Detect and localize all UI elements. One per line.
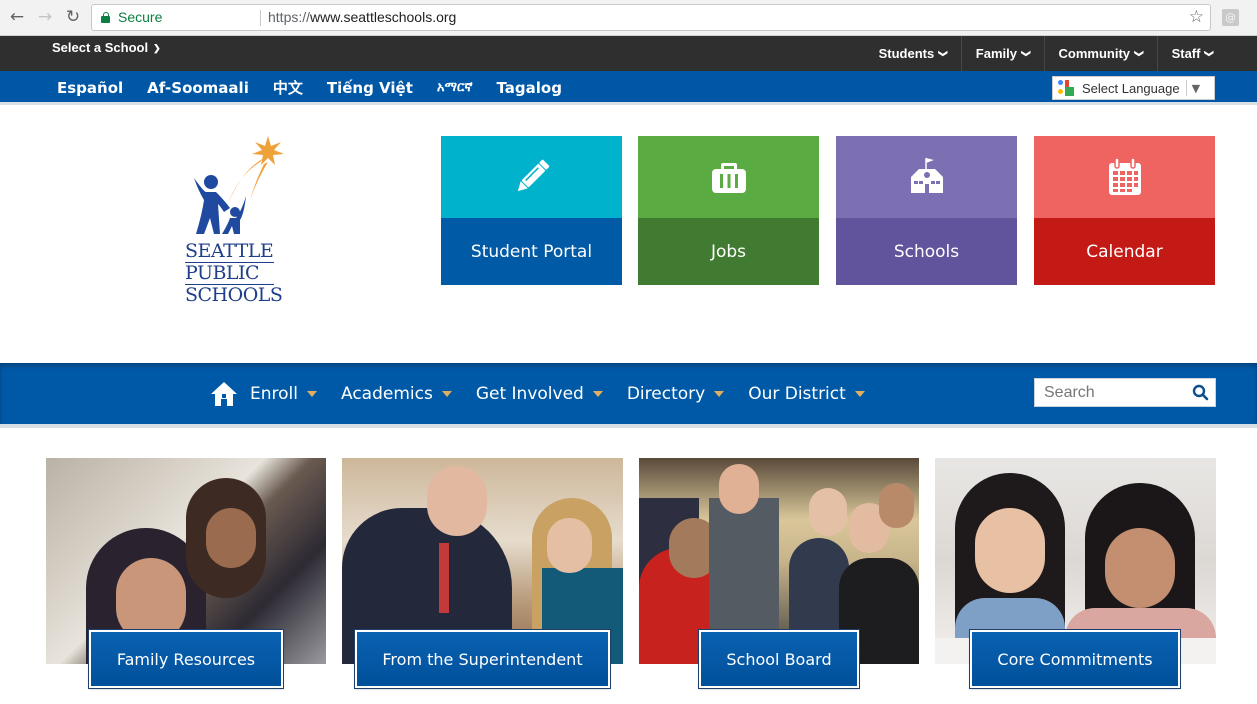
url-host: www.seattleschools.org	[310, 9, 457, 25]
url-text[interactable]: https://www.seattleschools.org	[268, 9, 456, 25]
address-separator	[260, 10, 261, 26]
caret-down-icon	[441, 390, 452, 397]
audience-family[interactable]: Family ❯	[960, 36, 1044, 71]
briefcase-icon	[711, 163, 746, 193]
logo-figures-icon	[194, 136, 284, 234]
chevron-down-icon: ❯	[1021, 49, 1032, 58]
chevron-down-icon: ❯	[1204, 49, 1215, 58]
search-input[interactable]	[1035, 379, 1185, 406]
audience-community[interactable]: Community ❯	[1043, 36, 1157, 71]
card-caption: School Board	[698, 629, 860, 689]
search-icon[interactable]	[1192, 384, 1209, 401]
card-caption: From the Superintendent	[354, 629, 611, 689]
url-scheme: https://	[268, 9, 311, 25]
audience-menu: Students ❯ Family ❯ Community ❯ Staff ❯	[865, 36, 1227, 71]
tile-jobs[interactable]: Jobs	[638, 136, 819, 285]
language-bar: Español Af-Soomaali 中文 Tiếng Việt አማርኛ T…	[0, 71, 1257, 105]
reload-icon[interactable]: ↻	[63, 7, 83, 27]
home-icon[interactable]	[210, 381, 238, 407]
audience-staff[interactable]: Staff ❯	[1156, 36, 1227, 71]
forward-arrow-icon[interactable]: →	[35, 7, 55, 27]
tile-student-portal[interactable]: Student Portal	[441, 136, 622, 285]
tile-icon-area	[638, 136, 819, 218]
nav-get-involved[interactable]: Get Involved	[476, 384, 603, 404]
site-header: SEATTLE PUBLIC SCHOOLS Student Portal Jo…	[0, 108, 1257, 363]
chevron-down-icon: ❯	[938, 49, 949, 58]
seattle-public-schools-logo[interactable]: SEATTLE PUBLIC SCHOOLS	[180, 134, 290, 314]
nav-directory[interactable]: Directory	[626, 383, 725, 404]
logo-line: SEATTLE	[185, 240, 274, 263]
main-navigation: Enroll Academics Get Involved Directory …	[0, 363, 1257, 428]
language-link-spanish[interactable]: Español	[57, 79, 123, 97]
language-link-chinese[interactable]: 中文	[273, 77, 303, 98]
language-link-somali[interactable]: Af-Soomaali	[147, 79, 249, 97]
nav-enroll[interactable]: Enroll	[250, 384, 317, 404]
nav-label: Get Involved	[475, 383, 584, 404]
select-school-dropdown[interactable]: Select a School ❯	[52, 40, 161, 55]
secure-label: Secure	[118, 9, 163, 25]
nav-label: Our District	[748, 383, 846, 404]
language-link-vietnamese[interactable]: Tiếng Việt	[327, 79, 413, 97]
schoolhouse-icon	[910, 158, 943, 193]
tile-label: Schools	[836, 218, 1017, 285]
card-school-board[interactable]: School Board	[639, 458, 919, 689]
tile-calendar[interactable]: Calendar	[1034, 136, 1215, 285]
dropdown-divider	[1185, 80, 1187, 96]
nav-label: Directory	[626, 383, 706, 404]
tile-icon-area	[441, 136, 622, 218]
chevron-down-icon: ❯	[153, 43, 161, 53]
language-link-amharic[interactable]: አማርኛ	[437, 80, 473, 95]
audience-label: Community	[1058, 46, 1131, 61]
audience-label: Family	[975, 46, 1017, 61]
tile-icon-area	[1034, 136, 1215, 218]
pencil-icon	[517, 159, 549, 192]
tile-icon-area	[836, 136, 1017, 218]
select-language-dropdown[interactable]: Select Language ▼	[1052, 76, 1215, 100]
tile-label: Student Portal	[441, 218, 622, 285]
google-translate-icon	[1058, 80, 1074, 96]
caret-down-icon	[306, 390, 317, 397]
calendar-icon	[1108, 157, 1141, 195]
audience-students[interactable]: Students ❯	[865, 36, 961, 71]
logo-wordmark: SEATTLE PUBLIC SCHOOLS	[185, 240, 283, 306]
chevron-down-icon: ❯	[1134, 49, 1145, 58]
caret-down-icon	[592, 390, 603, 397]
tile-label: Calendar	[1034, 218, 1215, 285]
lock-icon	[101, 12, 110, 23]
language-link-tagalog[interactable]: Tagalog	[496, 79, 561, 97]
dropdown-arrow-icon: ▼	[1191, 81, 1201, 95]
site-search	[1034, 378, 1216, 407]
card-family-resources[interactable]: Family Resources	[46, 458, 326, 689]
caret-down-icon	[854, 390, 865, 397]
audience-label: Students	[878, 46, 935, 61]
select-school-label: Select a School	[52, 40, 149, 55]
browser-toolbar: ← → ↻ Secure https://www.seattleschools.…	[0, 0, 1257, 36]
logo-line: PUBLIC	[185, 263, 274, 285]
utility-bar: Select a School ❯ Students ❯ Family ❯ Commu…	[0, 36, 1257, 71]
address-bar[interactable]: Secure https://www.seattleschools.org ☆	[91, 4, 1211, 31]
nav-academics[interactable]: Academics	[341, 384, 452, 404]
main-nav-items: Enroll Academics Get Involved Directory …	[210, 363, 889, 424]
bookmark-star-icon[interactable]: ☆	[1189, 7, 1204, 27]
language-links: Español Af-Soomaali 中文 Tiếng Việt አማርኛ T…	[57, 71, 562, 104]
card-caption: Family Resources	[88, 629, 284, 689]
card-core-commitments[interactable]: Core Commitments	[935, 458, 1216, 689]
select-language-label: Select Language	[1082, 80, 1180, 96]
card-caption: Core Commitments	[969, 629, 1181, 689]
tile-schools[interactable]: Schools	[836, 136, 1017, 285]
audience-label: Staff	[1171, 46, 1201, 61]
card-from-the-superintendent[interactable]: From the Superintendent	[342, 458, 623, 689]
nav-label: Academics	[340, 383, 433, 404]
back-arrow-icon[interactable]: ←	[7, 7, 27, 27]
nav-label: Enroll	[250, 383, 298, 404]
nav-our-district[interactable]: Our District	[748, 384, 865, 404]
extension-icon[interactable]: @	[1222, 9, 1239, 26]
logo-line: SCHOOLS	[185, 284, 283, 306]
caret-down-icon	[714, 390, 725, 397]
tile-label: Jobs	[638, 218, 819, 285]
